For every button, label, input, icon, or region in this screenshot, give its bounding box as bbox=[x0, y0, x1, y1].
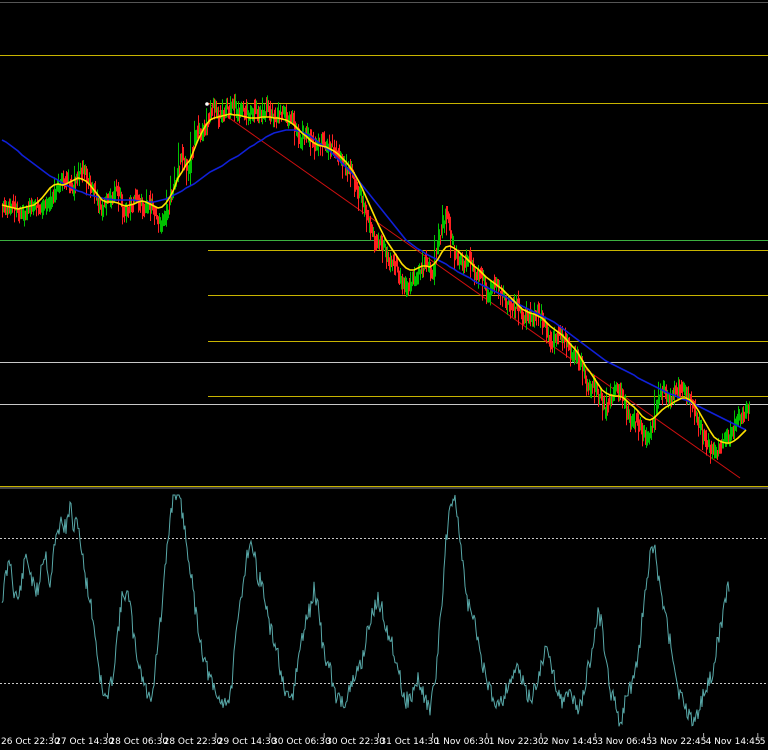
time-tick-label: 4 Nov 14:45 bbox=[706, 737, 761, 747]
time-tick-label: 2 Nov 14:45 bbox=[543, 737, 598, 747]
time-tick-label: 29 Oct 14:30 bbox=[218, 737, 277, 747]
high-marker bbox=[205, 102, 209, 106]
chart-background bbox=[0, 0, 768, 750]
time-tick-label: 27 Oct 14:30 bbox=[55, 737, 114, 747]
time-tick-label: 1 Nov 22:30 bbox=[489, 737, 544, 747]
time-tick-label: 5 bbox=[760, 737, 766, 747]
time-tick-label: 30 Oct 06:30 bbox=[272, 737, 331, 747]
time-tick-label: 3 Nov 06:45 bbox=[597, 737, 652, 747]
time-tick-label: 26 Oct 22:30 bbox=[1, 737, 60, 747]
trading-chart[interactable]: 26 Oct 22:30 27 Oct 14:30 28 Oct 06:30 28 O… bbox=[0, 0, 768, 750]
price-and-oscillator-chart[interactable]: 26 Oct 22:3027 Oct 14:3028 Oct 06:3028 O… bbox=[0, 0, 768, 750]
time-tick-label: 31 Oct 14:30 bbox=[380, 737, 439, 747]
time-tick-label: 1 Nov 06:30 bbox=[435, 737, 490, 747]
time-tick-label: 28 Oct 06:30 bbox=[109, 737, 168, 747]
time-tick-label: 28 Oct 22:30 bbox=[164, 737, 223, 747]
time-tick-label: 3 Nov 22:45 bbox=[651, 737, 706, 747]
time-tick-label: 30 Oct 22:30 bbox=[326, 737, 385, 747]
